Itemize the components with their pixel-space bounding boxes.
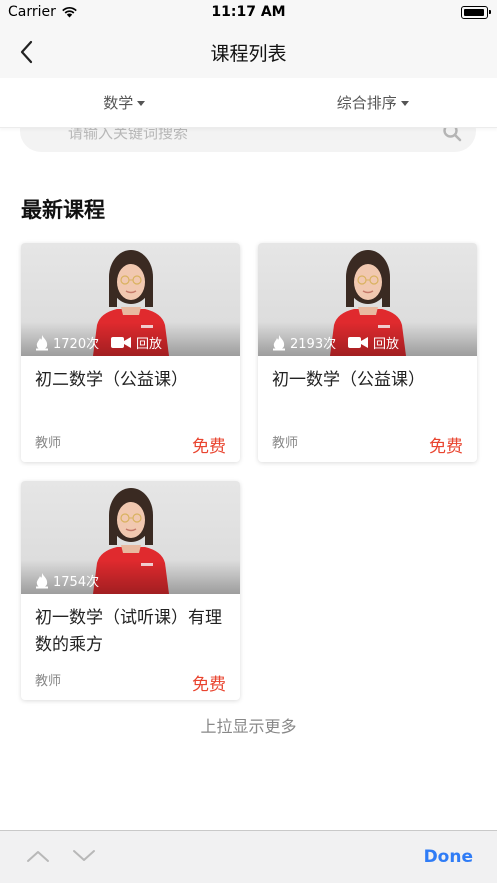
course-title: 初二数学（公益课）: [35, 370, 188, 390]
battery-icon: [461, 6, 491, 19]
chevron-up-icon[interactable]: [26, 848, 50, 864]
flame-icon: [36, 572, 48, 588]
course-thumbnail: 1754次: [21, 481, 240, 594]
page-title: 课程列表: [210, 43, 287, 65]
replay-label: 回放: [373, 337, 400, 352]
status-bar: Carrier 11:17 AM: [0, 0, 497, 26]
subject-filter-label: 数学: [103, 94, 134, 112]
done-button[interactable]: Done: [424, 847, 473, 867]
course-teacher: 教师: [35, 436, 62, 451]
view-count-label: 1720次: [53, 337, 100, 352]
load-more-hint: 上拉显示更多: [200, 717, 297, 736]
course-thumbnail: 2193次 回放: [258, 243, 477, 356]
flame-icon: [36, 334, 48, 350]
section-title: 最新课程: [21, 198, 105, 222]
course-card[interactable]: 1754次 初一数学（试听课）有理数的乘方 教师 免费: [21, 481, 240, 700]
view-count: 2193次: [272, 333, 336, 352]
caret-down-icon: [400, 101, 409, 106]
course-title: 初一数学（公益课）: [272, 370, 425, 390]
sort-filter-label: 综合排序: [336, 94, 397, 112]
keyboard-toolbar: Done: [0, 830, 497, 883]
course-teacher: 教师: [272, 436, 299, 451]
view-count-label: 1754次: [53, 575, 100, 590]
course-teacher: 教师: [35, 674, 62, 689]
view-count: 1720次: [35, 333, 99, 352]
flame-icon: [273, 334, 285, 350]
subject-filter-dropdown[interactable]: 数学: [0, 78, 249, 127]
view-count-label: 2193次: [290, 337, 337, 352]
navigation-bar: 课程列表: [0, 26, 497, 78]
video-camera-icon: [111, 337, 131, 348]
replay-badge: 回放: [348, 333, 399, 352]
course-price: 免费: [192, 437, 226, 457]
view-count: 1754次: [35, 571, 99, 590]
course-card[interactable]: 2193次 回放 初一数学（公益课） 教师 免费: [258, 243, 477, 462]
course-price: 免费: [192, 675, 226, 695]
course-title: 初一数学（试听课）有理数的乘方: [35, 608, 222, 655]
caret-down-icon: [137, 101, 146, 106]
replay-badge: 回放: [111, 333, 162, 352]
filter-bar: 数学 综合排序: [0, 78, 497, 128]
sort-filter-dropdown[interactable]: 综合排序: [249, 78, 497, 127]
video-camera-icon: [348, 337, 368, 348]
chevron-down-icon[interactable]: [72, 848, 96, 864]
replay-label: 回放: [136, 337, 163, 352]
course-thumbnail: 1720次 回放: [21, 243, 240, 356]
course-price: 免费: [429, 437, 463, 457]
status-time: 11:17 AM: [211, 4, 286, 20]
course-card[interactable]: 1720次 回放 初二数学（公益课） 教师 免费: [21, 243, 240, 462]
